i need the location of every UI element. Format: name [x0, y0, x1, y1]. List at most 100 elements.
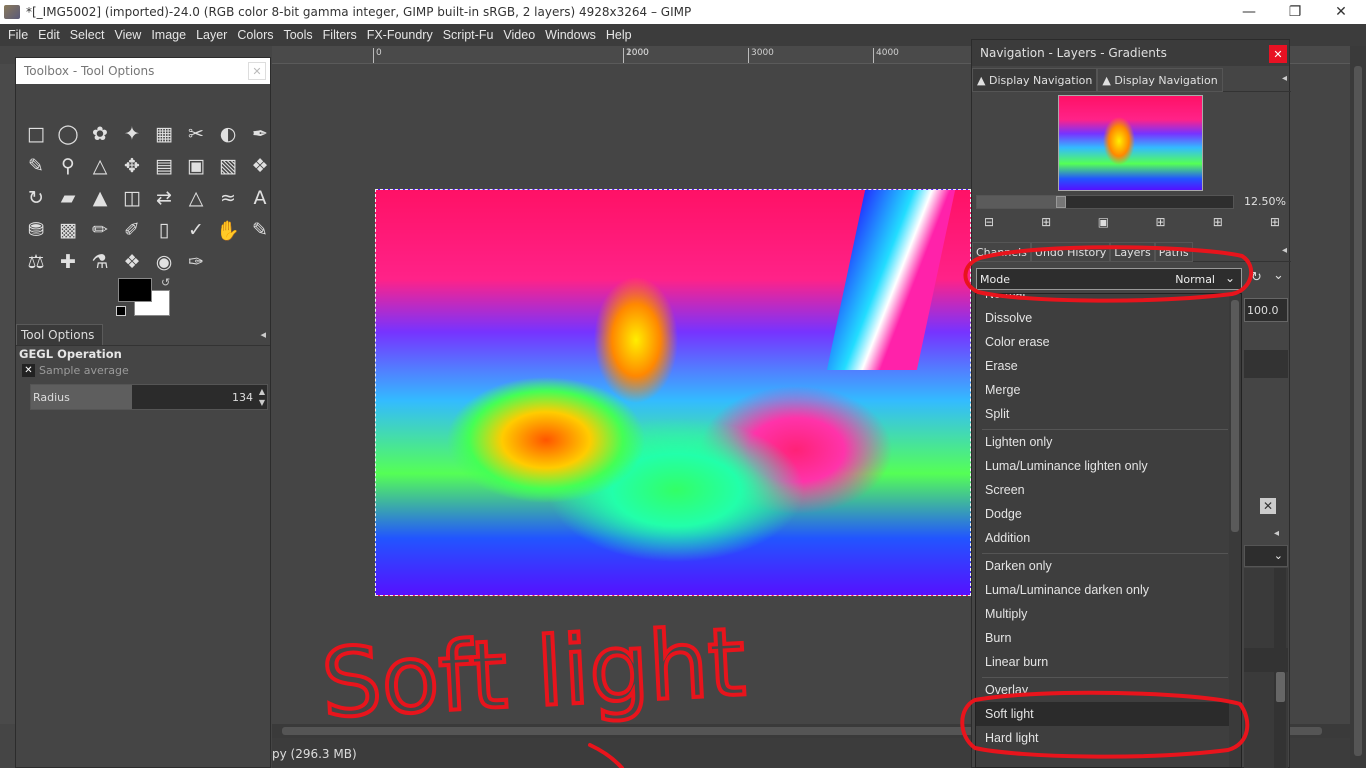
zoom-fill-icon[interactable]: ⊞	[1211, 215, 1225, 229]
wave-icon[interactable]: ≈	[212, 182, 244, 214]
mode-option-luma-luminance-darken-only[interactable]: Luma/Luminance darken only	[976, 578, 1229, 602]
dropdown-scrollbar-thumb[interactable]	[1231, 300, 1239, 532]
pencil-icon[interactable]: ✏	[84, 214, 116, 246]
color-swatches[interactable]: ↺	[116, 276, 176, 320]
tab-layers[interactable]: Layers	[1110, 242, 1155, 262]
mode-option-addition[interactable]: Addition	[976, 526, 1229, 550]
rect-select-icon[interactable]: □	[20, 118, 52, 150]
fuzzy-select-icon[interactable]: ✦	[116, 118, 148, 150]
foreground-color-swatch[interactable]	[118, 278, 152, 302]
menu-select[interactable]: Select	[65, 28, 110, 42]
zoom-slider-handle[interactable]	[1056, 196, 1067, 208]
align-icon[interactable]: ▤	[148, 150, 180, 182]
maximize-button[interactable]: ❐	[1272, 0, 1318, 24]
layer-mode-combo[interactable]: Mode Normal ⌄	[976, 268, 1242, 290]
unified-transform-icon[interactable]: ▧	[212, 150, 244, 182]
vertical-scrollbar[interactable]	[1350, 46, 1366, 768]
mode-option-darken-only[interactable]: Darken only	[976, 554, 1229, 578]
zoom-in-icon[interactable]: ⊞	[1039, 215, 1053, 229]
scissors-icon[interactable]: ✂	[180, 118, 212, 150]
configure-tab-icon[interactable]: ◂	[1282, 73, 1287, 84]
image-canvas-dog-photo[interactable]	[375, 189, 971, 596]
dodge-burn-icon[interactable]: ◉	[148, 246, 180, 278]
mode-option-burn[interactable]: Burn	[976, 626, 1229, 650]
mode-option-hard-light[interactable]: Hard light	[976, 726, 1229, 750]
vertical-ruler[interactable]	[0, 64, 16, 724]
menu-help[interactable]: Help	[601, 28, 637, 42]
eraser-icon[interactable]: ▯	[148, 214, 180, 246]
minimize-button[interactable]: —	[1226, 0, 1272, 24]
chevron-down-icon[interactable]: ⌄	[1273, 268, 1284, 283]
checkbox-icon[interactable]: ✕	[22, 364, 35, 377]
configure-tab-icon[interactable]: ◂	[260, 328, 266, 341]
perspective-clone-icon[interactable]: ⚗	[84, 246, 116, 278]
tab-display-navigation-2[interactable]: ▲ Display Navigation	[1097, 68, 1223, 92]
perspective-icon[interactable]: ◫	[116, 182, 148, 214]
mode-option-soft-light[interactable]: Soft light	[976, 702, 1229, 726]
spin-arrows-icon[interactable]: ▲ ▼	[259, 386, 265, 408]
mode-option-dissolve[interactable]: Dissolve	[976, 306, 1229, 330]
layer-row[interactable]	[1244, 350, 1288, 378]
mypaint-brush-icon[interactable]: ✎	[244, 214, 276, 246]
menu-edit[interactable]: Edit	[33, 28, 65, 42]
tab-paths[interactable]: Paths	[1154, 242, 1193, 262]
flip-icon[interactable]: ⇄	[148, 182, 180, 214]
menu-view[interactable]: View	[109, 28, 146, 42]
menu-filters[interactable]: Filters	[318, 28, 362, 42]
clone-icon[interactable]: ⚖	[20, 246, 52, 278]
swap-colors-icon[interactable]: ↺	[161, 276, 170, 289]
close-icon[interactable]: ✕	[1260, 498, 1276, 514]
cage-icon[interactable]: ▲	[84, 182, 116, 214]
menu-windows[interactable]: Windows	[540, 28, 601, 42]
handle-transform-icon[interactable]: △	[180, 182, 212, 214]
airbrush-icon[interactable]: ✓	[180, 214, 212, 246]
menu-tools[interactable]: Tools	[278, 28, 317, 42]
zoom-fit-icon[interactable]: ⊞	[1154, 215, 1168, 229]
tab-tool-options[interactable]: Tool Options	[16, 324, 104, 345]
configure-tab-icon[interactable]: ◂	[1274, 528, 1279, 539]
navigation-preview[interactable]	[1058, 95, 1203, 191]
tab-display-navigation[interactable]: ▲ Display Navigation	[972, 68, 1098, 92]
mode-option-lighten-only[interactable]: Lighten only	[976, 430, 1229, 454]
menu-image[interactable]: Image	[146, 28, 191, 42]
gradient-list[interactable]	[1244, 568, 1288, 768]
zoom-out-icon[interactable]: ⊟	[982, 215, 996, 229]
heal-icon[interactable]: ✚	[52, 246, 84, 278]
warp-transform-icon[interactable]: ❖	[244, 150, 276, 182]
paths-icon[interactable]: ✒	[244, 118, 276, 150]
mode-option-dodge[interactable]: Dodge	[976, 502, 1229, 526]
rotate-icon[interactable]: ↻	[20, 182, 52, 214]
mode-option-color-erase[interactable]: Color erase	[976, 330, 1229, 354]
sample-average-option[interactable]: ✕ Sample average	[22, 364, 129, 377]
mode-option-overlay[interactable]: Overlay	[976, 678, 1229, 702]
menu-script-fu[interactable]: Script-Fu	[438, 28, 499, 42]
foreground-select-icon[interactable]: ◐	[212, 118, 244, 150]
shrink-wrap-icon[interactable]: ⊞	[1268, 215, 1282, 229]
mode-option-linear-burn[interactable]: Linear burn	[976, 650, 1229, 674]
menu-colors[interactable]: Colors	[232, 28, 278, 42]
radius-slider[interactable]: Radius 134 ▲ ▼	[30, 384, 268, 410]
shear-icon[interactable]: ▰	[52, 182, 84, 214]
zoom-1-1-icon[interactable]: ▣	[1096, 215, 1110, 229]
measure-icon[interactable]: △	[84, 150, 116, 182]
mode-option-normal[interactable]: Normal	[976, 294, 1229, 306]
dock-close-icon[interactable]: ✕	[1269, 45, 1287, 63]
paintbrush-icon[interactable]: ✐	[116, 214, 148, 246]
ink-icon[interactable]: ✑	[180, 246, 212, 278]
tab-undo-history[interactable]: Undo History	[1030, 242, 1111, 262]
crop-icon[interactable]: ▣	[180, 150, 212, 182]
mode-option-merge[interactable]: Merge	[976, 378, 1229, 402]
zoom-icon[interactable]: ⚲	[52, 150, 84, 182]
ellipse-select-icon[interactable]: ◯	[52, 118, 84, 150]
mode-switch-icon[interactable]: ↻	[1251, 270, 1262, 285]
gradient-icon[interactable]: ▩	[52, 214, 84, 246]
mode-option-multiply[interactable]: Multiply	[976, 602, 1229, 626]
move-icon[interactable]: ✥	[116, 150, 148, 182]
tab-channels[interactable]: Channels	[972, 242, 1031, 262]
free-select-icon[interactable]: ✿	[84, 118, 116, 150]
bucket-fill-icon[interactable]: ⛃	[20, 214, 52, 246]
color-picker-icon[interactable]: ✎	[20, 150, 52, 182]
mode-option-split[interactable]: Split	[976, 402, 1229, 426]
mode-option-erase[interactable]: Erase	[976, 354, 1229, 378]
menu-layer[interactable]: Layer	[191, 28, 232, 42]
